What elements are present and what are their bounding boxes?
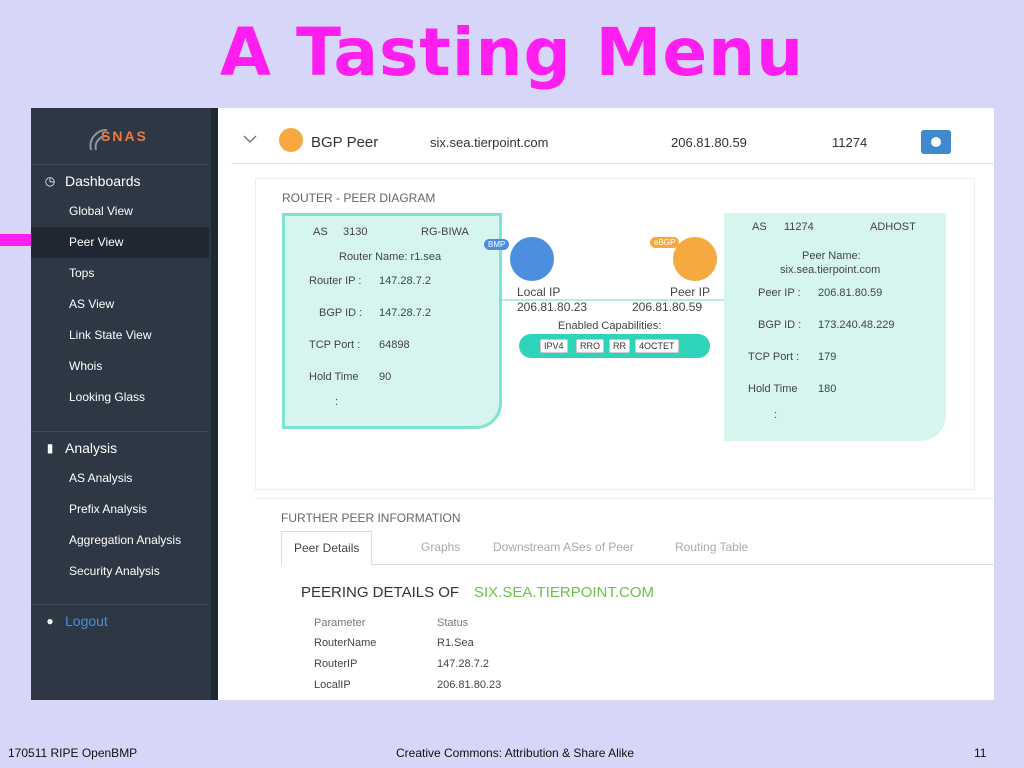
capabilities-bar: IPV4 RRO RR 4OCTET — [519, 334, 710, 358]
nav-tops[interactable]: Tops — [31, 258, 209, 289]
tab-routing-table[interactable]: Routing Table — [663, 531, 760, 565]
diagram-label: ROUTER - PEER DIAGRAM — [282, 191, 436, 205]
peer-name-label: Peer Name: — [802, 250, 861, 262]
nav-looking-glass[interactable]: Looking Glass — [31, 382, 209, 413]
router-peer-diagram: ROUTER - PEER DIAGRAM AS 3130 RG-BIWA Ro… — [255, 178, 975, 490]
row-value: 147.28.7.2 — [437, 658, 489, 670]
globe-button[interactable] — [921, 130, 951, 154]
footer-center: Creative Commons: Attribution & Share Al… — [396, 746, 635, 760]
nav-as-analysis[interactable]: AS Analysis — [31, 463, 209, 494]
peer-header-bar: BGP Peer six.sea.tierpoint.com 206.81.80… — [231, 120, 994, 164]
col-status: Status — [437, 617, 469, 629]
globe-icon — [931, 137, 941, 147]
router-bgpid: 147.28.7.2 — [379, 307, 431, 319]
peer-hold-label: Hold Time — [748, 383, 798, 395]
peer-ip-field-label: Peer IP : — [758, 287, 801, 299]
analysis-header[interactable]: ▮ Analysis — [31, 431, 209, 463]
router-box: AS 3130 RG-BIWA Router Name: r1.sea Rout… — [282, 213, 502, 429]
router-ip: 147.28.7.2 — [379, 275, 431, 287]
row-value: R1.Sea — [437, 637, 474, 649]
bgp-peer-title: BGP Peer — [311, 134, 379, 151]
peer-ip-label: Peer IP — [670, 285, 711, 299]
router-org: RG-BIWA — [421, 226, 469, 238]
peer-ip: 206.81.80.59 — [671, 135, 747, 150]
router-bgpid-label: BGP ID : — [319, 307, 363, 319]
page-number: 11 — [974, 746, 987, 760]
logout-button[interactable]: ● Logout — [31, 604, 209, 636]
peer-ip-value: 206.81.80.59 — [632, 300, 703, 314]
router-icon — [510, 237, 554, 281]
dashboards-header[interactable]: ◷ Dashboards — [31, 164, 209, 196]
nav-peer-view[interactable]: Peer View — [31, 227, 209, 258]
router-tcp-label: TCP Port : — [309, 339, 361, 351]
further-peer-info: FURTHER PEER INFORMATION Peer Details Gr… — [255, 498, 994, 700]
logo-text: SNAS — [101, 128, 148, 144]
details-heading: PEERING DETAILS OF — [301, 584, 460, 601]
local-ip: 206.81.80.23 — [517, 300, 588, 314]
user-icon: ● — [46, 613, 54, 628]
details-hostname: SIX.SEA.TIERPOINT.COM — [474, 584, 655, 601]
nav-prefix-analysis[interactable]: Prefix Analysis — [31, 494, 209, 525]
dashboards-label: Dashboards — [65, 172, 141, 189]
dashboard-icon: ◷ — [44, 173, 56, 188]
tab-graphs[interactable]: Graphs — [409, 531, 472, 565]
row-param: RouterIP — [314, 658, 358, 670]
bgp-peer-icon — [279, 128, 303, 152]
footer-left: 170511 RIPE OpenBMP — [8, 746, 138, 760]
nav-aggregation-analysis[interactable]: Aggregation Analysis — [31, 525, 209, 556]
logout-label: Logout — [65, 612, 108, 629]
peer-name: six.sea.tierpoint.com — [780, 264, 881, 276]
router-name: Router Name: r1.sea — [339, 251, 442, 263]
router-ip-label: Router IP : — [309, 275, 362, 287]
app-screenshot: SNAS ◷ Dashboards Global View Peer View … — [31, 108, 994, 700]
router-more: : — [335, 396, 339, 408]
chevron-down-icon[interactable] — [243, 132, 257, 146]
nav-global-view[interactable]: Global View — [31, 196, 209, 227]
sidebar-divider — [211, 108, 218, 700]
router-hold: 90 — [379, 371, 392, 383]
capability-badge: RRO — [576, 339, 604, 353]
capability-badge: 4OCTET — [635, 339, 679, 353]
bmp-tag: BMP — [484, 239, 510, 250]
tab-bar: Peer Details Graphs Downstream ASes of P… — [281, 531, 994, 565]
peer-more: : — [774, 409, 778, 421]
capability-badge: RR — [609, 339, 630, 353]
router-as: 3130 — [343, 226, 368, 238]
peer-box: AS 11274 ADHOST Peer Name: six.sea.tierp… — [724, 213, 946, 441]
further-info-label: FURTHER PEER INFORMATION — [281, 511, 461, 525]
peer-router-icon — [673, 237, 717, 281]
row-param: LocalIP — [314, 679, 351, 691]
local-ip-label: Local IP — [517, 285, 561, 299]
sidebar: SNAS ◷ Dashboards Global View Peer View … — [31, 108, 211, 700]
peer-as-label: AS — [752, 221, 767, 233]
peer-as-value: 11274 — [784, 221, 814, 233]
router-tcp: 64898 — [379, 339, 410, 351]
capability-badge: IPV4 — [540, 339, 568, 353]
peer-as: 11274 — [832, 135, 868, 150]
nav-whois[interactable]: Whois — [31, 351, 209, 382]
ebgp-tag: eBGP — [650, 237, 680, 248]
peer-hostname: six.sea.tierpoint.com — [430, 135, 549, 150]
nav-link-state-view[interactable]: Link State View — [31, 320, 209, 351]
slide-title: A Tasting Menu — [219, 14, 805, 91]
peer-org: ADHOST — [870, 221, 916, 233]
peer-bgpid-label: BGP ID : — [758, 319, 802, 331]
peer-ip-field: 206.81.80.59 — [818, 287, 883, 299]
nav-security-analysis[interactable]: Security Analysis — [31, 556, 209, 587]
router-hold-label: Hold Time — [309, 371, 359, 383]
peer-bgpid: 173.240.48.229 — [818, 319, 895, 331]
tab-downstream-ases[interactable]: Downstream ASes of Peer — [481, 531, 646, 565]
bar-chart-icon: ▮ — [46, 440, 54, 455]
router-as-label: AS — [313, 226, 328, 238]
peer-tcp: 179 — [818, 351, 837, 363]
nav-as-view[interactable]: AS View — [31, 289, 209, 320]
analysis-label: Analysis — [65, 439, 118, 456]
tab-peer-details[interactable]: Peer Details — [281, 531, 373, 565]
peer-hold: 180 — [818, 383, 837, 395]
col-parameter: Parameter — [314, 617, 366, 629]
capabilities-label: Enabled Capabilities: — [558, 320, 662, 332]
row-value: 206.81.80.23 — [437, 679, 502, 691]
peer-tcp-label: TCP Port : — [748, 351, 800, 363]
row-param: RouterName — [314, 637, 377, 649]
